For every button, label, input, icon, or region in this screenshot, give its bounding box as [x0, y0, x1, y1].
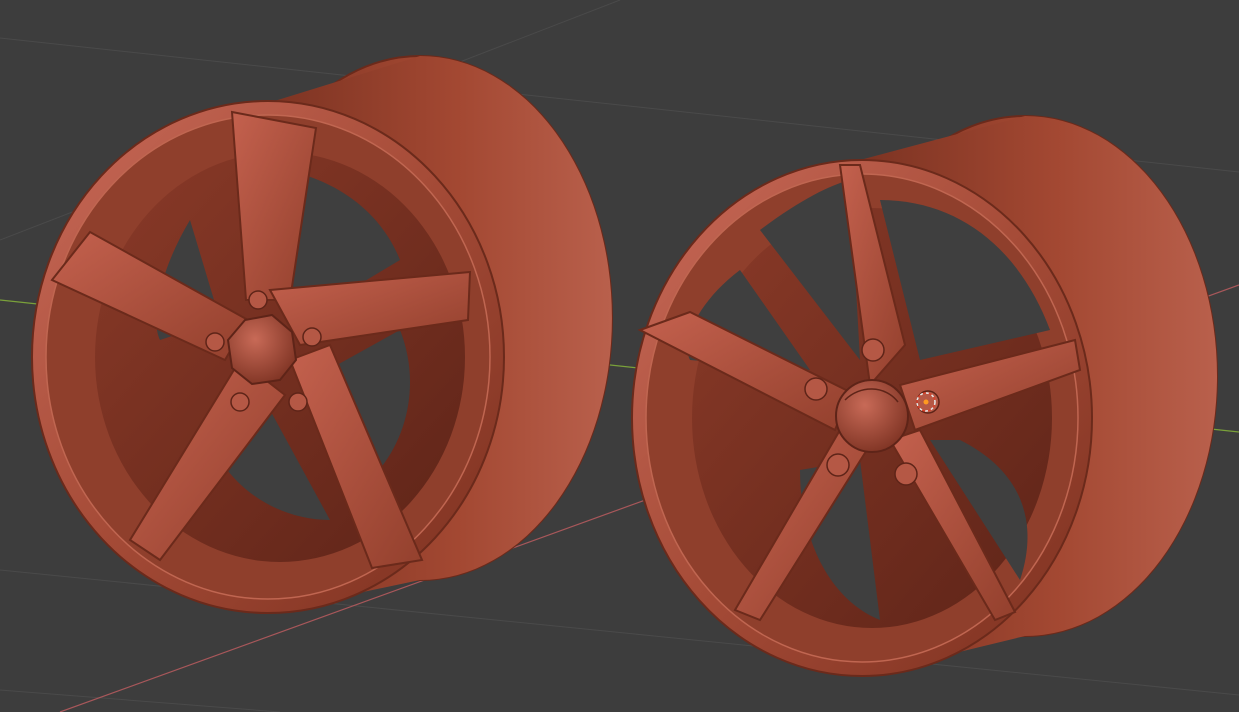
wheel-left[interactable]	[31, 55, 613, 614]
viewport-canvas[interactable]	[0, 0, 1239, 712]
wheel-right-hub-cap	[835, 379, 909, 453]
3d-viewport[interactable]	[0, 0, 1239, 712]
wheel-right[interactable]	[631, 115, 1218, 677]
